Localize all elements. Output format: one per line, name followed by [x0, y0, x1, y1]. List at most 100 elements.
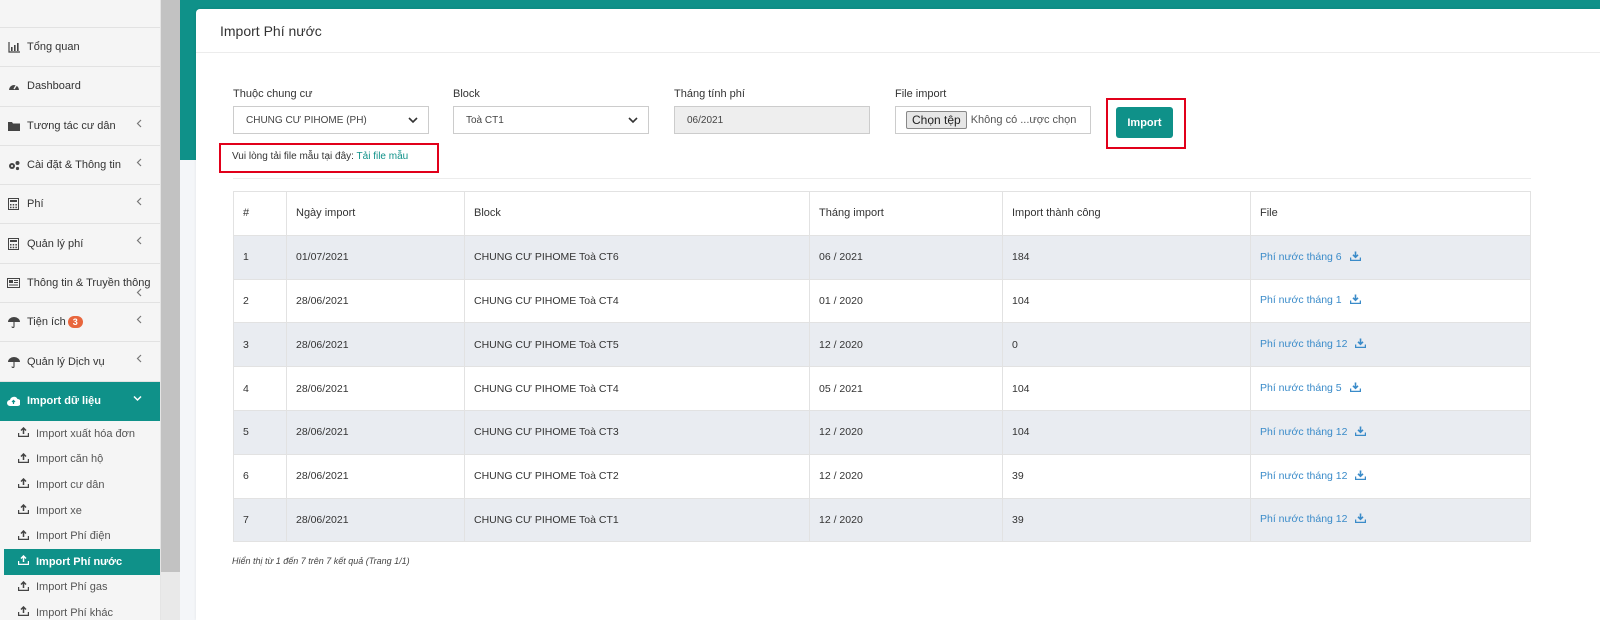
cell-date: 28/06/2021: [286, 278, 465, 324]
download-icon[interactable]: [1355, 470, 1367, 483]
sidebar-subitem-label: Import xuất hóa đơn: [36, 427, 135, 440]
sidebar-subitem-label: Import Phí khác: [36, 606, 114, 619]
cell-file: Phí nước tháng 6: [1250, 234, 1531, 280]
cell-date: 28/06/2021: [286, 409, 465, 455]
import-button[interactable]: Import: [1116, 107, 1173, 138]
cell-success: 39: [1002, 453, 1251, 499]
cell-month: 12 / 2020: [809, 497, 1003, 543]
file-download-link[interactable]: Phí nước tháng 12: [1260, 513, 1347, 525]
cell-success: 104: [1002, 366, 1251, 411]
cell-month: 01 / 2020: [809, 278, 1003, 324]
cell-month: 06 / 2021: [809, 234, 1003, 280]
sidebar-item-5[interactable]: Quản lý phí: [0, 224, 160, 264]
sidebar-item-label: Quản lý phí: [27, 237, 84, 250]
sidebar-item-9[interactable]: Import dữ liệu: [0, 381, 160, 421]
sidebar-subitem-4[interactable]: Import Phí điện: [0, 523, 160, 549]
table-row: 2 28/06/2021 CHUNG CƯ PIHOME Toà CT4 01 / 2…: [233, 278, 1531, 324]
sidebar-submenu: Import xuất hóa đơn Import căn hộ Import c…: [0, 421, 160, 620]
sidebar-item-1[interactable]: Dashboard: [0, 67, 160, 107]
chevron-left-icon: [136, 197, 142, 209]
sidebar-item-label: Phí: [27, 198, 44, 211]
chevron-down-icon: [133, 394, 142, 405]
sidebar-item-0[interactable]: Tổng quan: [0, 28, 160, 68]
sidebar-item-3[interactable]: Cài đặt & Thông tin: [0, 146, 160, 186]
sidebar-subitem-0[interactable]: Import xuất hóa đơn: [0, 421, 160, 447]
table-row: 7 28/06/2021 CHUNG CƯ PIHOME Toà CT1 12 / 2…: [233, 497, 1531, 543]
cell-block: CHUNG CƯ PIHOME Toà CT3: [464, 409, 810, 455]
upload-icon: [17, 580, 30, 594]
file-download-link[interactable]: Phí nước tháng 6: [1260, 251, 1342, 263]
sidebar-top-spacer: [0, 0, 160, 28]
file-download-link[interactable]: Phí nước tháng 12: [1260, 470, 1347, 482]
sidebar-item-7[interactable]: Tiện ích 3: [0, 303, 160, 343]
sidebar-subitem-label: Import Phí nước: [36, 555, 123, 568]
sidebar-subitem-5[interactable]: Import Phí nước: [4, 548, 160, 575]
sidebar-item-4[interactable]: Phí: [0, 185, 160, 225]
col-header-date: Ngày import: [286, 191, 465, 236]
download-icon[interactable]: [1349, 382, 1361, 395]
cell-block: CHUNG CƯ PIHOME Toà CT2: [464, 453, 810, 499]
chevron-left-icon: [136, 288, 142, 300]
sidebar-subitem-label: Import căn hộ: [36, 453, 104, 466]
sidebar-subitem-3[interactable]: Import xe: [0, 498, 160, 524]
sidebar-item-6[interactable]: Thông tin & Truyền thông: [0, 264, 160, 304]
template-hint: Vui lòng tải file mẫu tại đây: Tải file …: [232, 151, 408, 162]
sidebar-scrollbar-thumb[interactable]: [161, 0, 180, 572]
sidebar-item-label: Dashboard: [27, 80, 81, 93]
file-status: Không có ...ược chọn: [970, 114, 1077, 126]
upload-icon: [17, 452, 30, 466]
month-input[interactable]: 06/2021: [674, 106, 870, 134]
file-label: File import: [895, 88, 947, 100]
sidebar-item-label: Cài đặt & Thông tin: [27, 159, 121, 172]
sidebar-subitem-label: Import Phí điện: [36, 530, 111, 543]
block-label: Block: [453, 88, 480, 100]
cell-index: 6: [233, 453, 287, 499]
block-select[interactable]: Toà CT1: [453, 106, 649, 134]
building-field-group: Thuộc chung cư CHUNG CƯ PIHOME (PH): [233, 88, 429, 134]
file-download-link[interactable]: Phí nước tháng 5: [1260, 382, 1342, 394]
sidebar-subitem-7[interactable]: Import Phí khác: [0, 600, 160, 620]
table-row: 1 01/07/2021 CHUNG CƯ PIHOME Toà CT6 06 / 2…: [233, 234, 1531, 280]
sidebar-item-label: Tiện ích: [27, 316, 66, 329]
table-row: 4 28/06/2021 CHUNG CƯ PIHOME Toà CT4 05 / 2…: [233, 366, 1531, 411]
cell-date: 28/06/2021: [286, 497, 465, 543]
sidebar-subitem-1[interactable]: Import căn hộ: [0, 447, 160, 473]
download-icon[interactable]: [1349, 251, 1361, 264]
download-icon[interactable]: [1355, 426, 1367, 439]
divider: [233, 178, 1531, 179]
download-icon[interactable]: [1355, 513, 1367, 526]
file-download-link[interactable]: Phí nước tháng 12: [1260, 426, 1347, 438]
sidebar-item-label: Tổng quan: [27, 41, 80, 54]
sidebar-item-label: Thông tin & Truyền thông: [27, 276, 151, 289]
sidebar-subitem-6[interactable]: Import Phí gas: [0, 575, 160, 601]
upload-icon: [17, 427, 30, 440]
cell-success: 184: [1002, 234, 1251, 280]
cell-index: 3: [233, 322, 287, 368]
file-input[interactable]: Chọn tệp Không có ...ược chọn: [895, 106, 1091, 134]
month-field-group: Tháng tính phí 06/2021: [674, 88, 870, 134]
cell-index: 5: [233, 409, 287, 455]
cell-block: CHUNG CƯ PIHOME Toà CT4: [464, 278, 810, 324]
table-row: 6 28/06/2021 CHUNG CƯ PIHOME Toà CT2 12 / 2…: [233, 453, 1531, 499]
col-header-index: #: [233, 191, 287, 236]
sidebar-item-8[interactable]: Quản lý Dịch vụ: [0, 342, 160, 382]
choose-file-button[interactable]: Chọn tệp: [906, 111, 967, 129]
notification-badge: 3: [67, 316, 83, 329]
cell-file: Phí nước tháng 1: [1250, 278, 1531, 324]
building-label: Thuộc chung cư: [233, 88, 313, 100]
download-icon[interactable]: [1349, 294, 1361, 307]
cell-month: 12 / 2020: [809, 322, 1003, 368]
file-download-link[interactable]: Phí nước tháng 1: [1260, 294, 1342, 306]
folder-icon: [7, 119, 20, 132]
col-header-file: File: [1250, 191, 1531, 236]
upload-icon: [17, 606, 30, 619]
file-download-link[interactable]: Phí nước tháng 12: [1260, 338, 1347, 350]
col-header-success: Import thành công: [1002, 191, 1251, 236]
download-template-link[interactable]: Tải file mẫu: [357, 151, 409, 162]
download-icon[interactable]: [1355, 338, 1367, 351]
sidebar-subitem-2[interactable]: Import cư dân: [0, 472, 160, 498]
building-select[interactable]: CHUNG CƯ PIHOME (PH): [233, 106, 429, 134]
sidebar-item-2[interactable]: Tương tác cư dân: [0, 107, 160, 146]
cell-block: CHUNG CƯ PIHOME Toà CT4: [464, 366, 810, 411]
dashboard-icon: [7, 80, 20, 93]
